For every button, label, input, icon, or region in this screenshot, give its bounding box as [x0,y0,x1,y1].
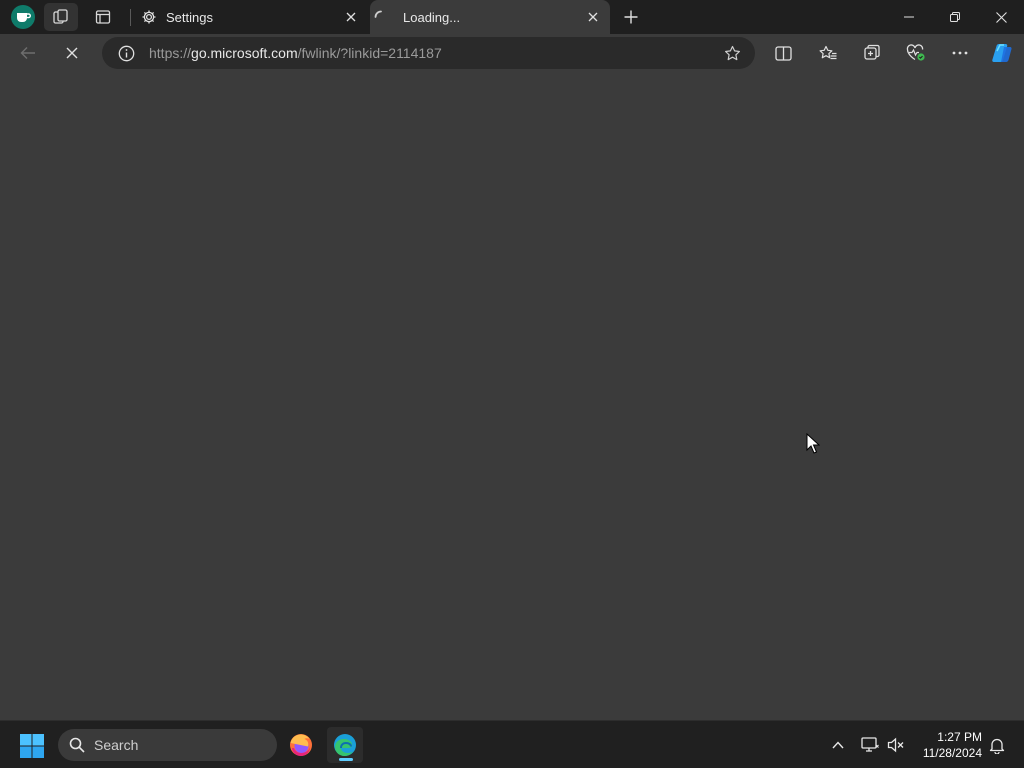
new-tab-button[interactable] [616,3,646,31]
taskbar: Search 1:27 PM 11/28/2024 [0,720,1024,768]
clock-time: 1:27 PM [937,730,982,744]
vertical-tabs-icon [95,10,111,24]
gear-icon [134,9,164,25]
tab-settings[interactable]: Settings [132,0,368,34]
copilot-icon [992,44,1012,62]
settings-and-more-button[interactable] [945,38,975,68]
loading-spinner-icon [374,10,398,24]
tab-separator [130,9,131,26]
profile-button[interactable] [6,3,40,31]
minimize-icon [904,16,914,18]
close-icon [346,12,356,22]
site-info-icon[interactable] [111,45,141,62]
favorites-button[interactable] [813,38,843,68]
tab-actions-button[interactable] [86,3,120,31]
back-arrow-icon [20,47,35,59]
browser-toolbar: https://go.microsoft.com/fwlink/?linkid=… [0,34,1024,72]
favorites-icon [819,45,837,59]
tab-close-button[interactable] [338,4,364,30]
star-icon [724,45,740,60]
collections-button[interactable] [857,38,887,68]
search-icon [68,736,86,754]
taskbar-clock[interactable]: 1:27 PM 11/28/2024 [912,729,982,761]
taskbar-edge-button[interactable] [327,727,363,763]
address-url: https://go.microsoft.com/fwlink/?linkid=… [149,45,442,61]
workspaces-button[interactable] [44,3,78,31]
split-screen-icon [774,45,792,61]
firefox-icon [290,734,312,756]
edge-icon [334,734,356,756]
copilot-button[interactable] [987,38,1017,68]
clock-date: 11/28/2024 [922,746,982,760]
tab-title: Settings [166,9,213,25]
chevron-up-icon [832,741,844,749]
url-host: go.microsoft.com [191,45,298,61]
active-app-indicator [339,758,353,761]
browser-titlebar: Settings Loading... [0,0,1024,34]
address-bar[interactable]: https://go.microsoft.com/fwlink/?linkid=… [102,37,755,69]
network-button[interactable] [858,733,882,757]
volume-button[interactable] [884,733,908,757]
tab-close-button[interactable] [580,4,606,30]
search-label: Search [94,737,139,753]
more-dots-icon [952,51,968,55]
notifications-button[interactable] [985,733,1009,757]
taskbar-search-box[interactable]: Search [58,729,277,761]
close-icon [588,12,598,22]
close-icon [995,11,1007,23]
restore-icon [950,12,960,22]
back-button[interactable] [13,38,43,68]
tab-title: Loading... [403,9,461,25]
page-content-area[interactable] [0,72,1024,720]
url-prefix: https:// [149,45,192,61]
stop-loading-button[interactable] [57,38,87,68]
tab-loading[interactable]: Loading... [370,0,610,34]
taskbar-firefox-button[interactable] [283,727,319,763]
network-icon [861,737,879,752]
restore-button[interactable] [932,0,978,34]
collections-icon [864,44,880,60]
show-hidden-icons-button[interactable] [826,733,850,757]
profile-avatar-icon [11,5,35,29]
split-screen-button[interactable] [768,38,798,68]
windows-start-icon[interactable] [18,732,46,760]
bell-icon [989,738,1005,754]
plus-icon [624,10,638,24]
browser-essentials-button[interactable] [901,38,931,68]
volume-muted-icon [887,737,904,753]
mouse-cursor-icon [806,433,820,454]
minimize-button[interactable] [886,0,932,34]
window-close-button[interactable] [978,0,1024,34]
workspaces-icon [53,9,68,24]
add-favorite-button[interactable] [721,43,743,63]
heartbeat-icon [906,44,925,61]
url-path: /fwlink/?linkid=2114187 [297,45,442,61]
close-icon [66,47,78,59]
